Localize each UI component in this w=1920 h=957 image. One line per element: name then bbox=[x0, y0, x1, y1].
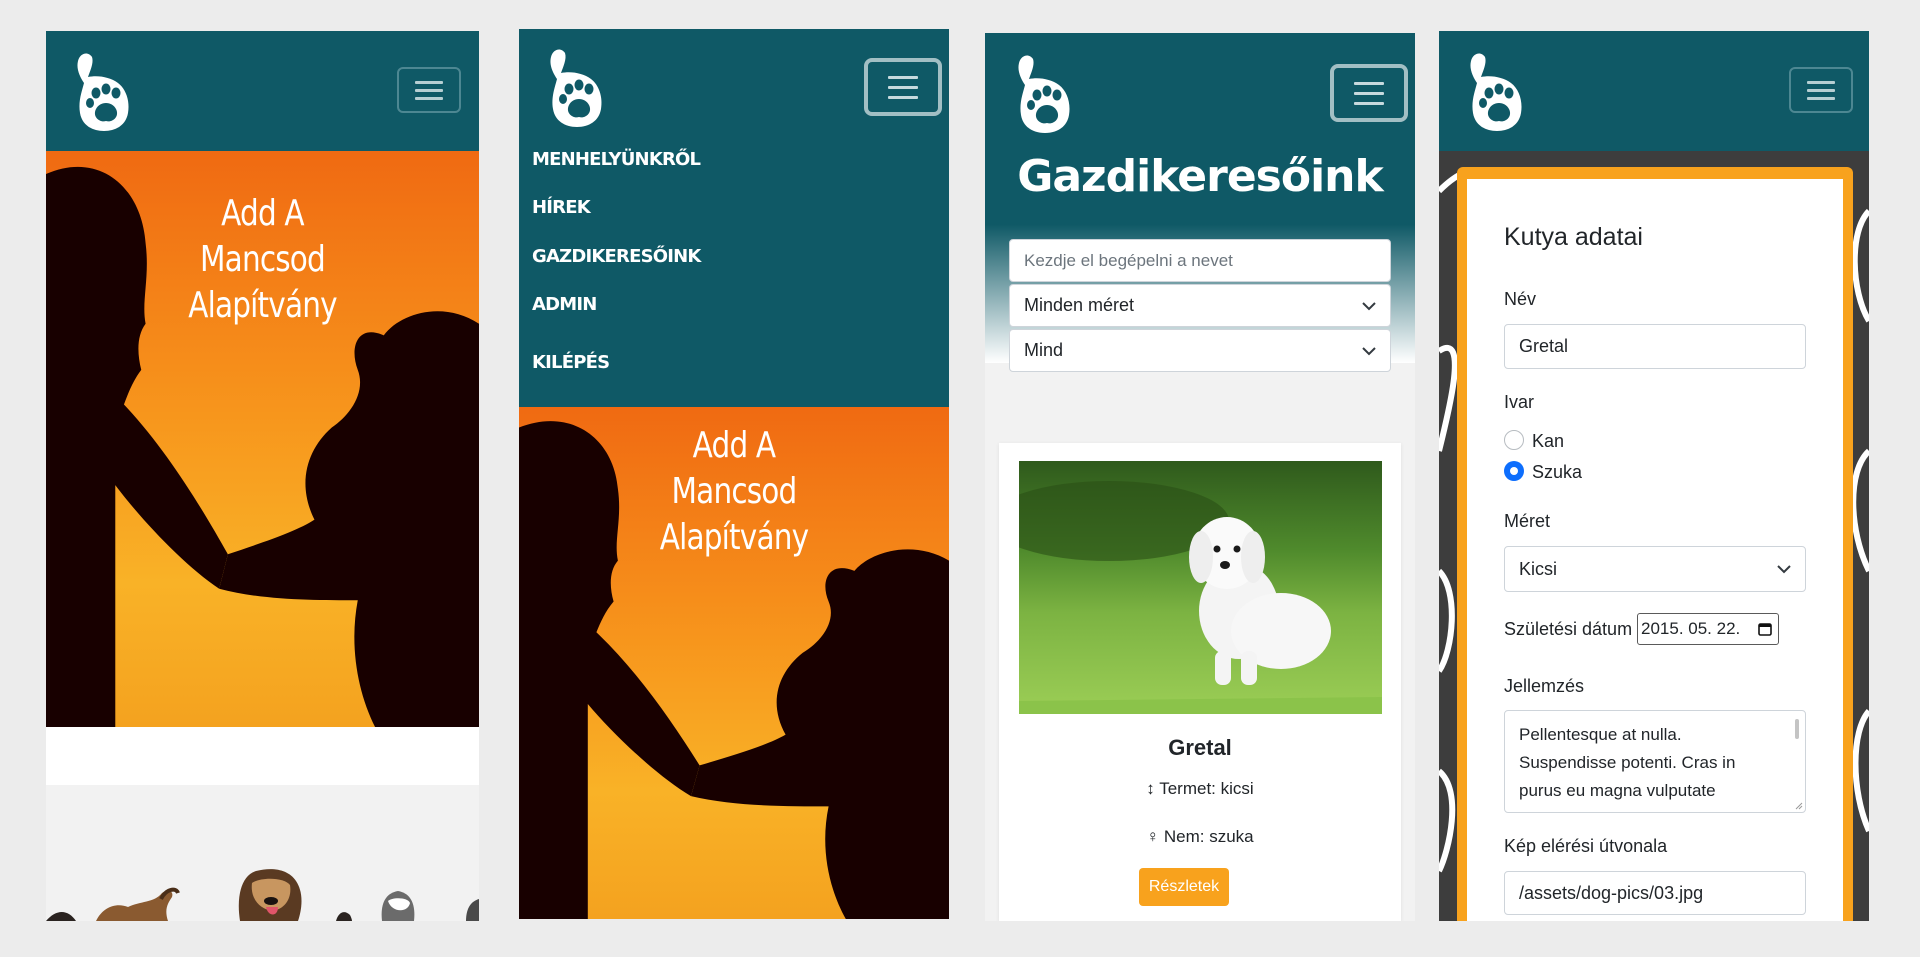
dogs-banner-image bbox=[46, 785, 479, 921]
nav-link-news[interactable]: HÍREK bbox=[532, 197, 591, 218]
hand-paw-icon[interactable] bbox=[68, 47, 136, 133]
dog-size: Termet: kicsi bbox=[1159, 779, 1254, 798]
dog-photo-illustration bbox=[1019, 481, 1382, 714]
description-label: Jellemzés bbox=[1504, 676, 1585, 696]
hero-title: Add A Mancsod Alapítvány bbox=[188, 193, 337, 326]
menu-toggle-button[interactable] bbox=[397, 67, 461, 113]
hand-paw-icon[interactable] bbox=[541, 43, 609, 129]
dog-photo bbox=[1019, 461, 1382, 714]
image-path-input[interactable]: /assets/dog-pics/03.jpg bbox=[1504, 871, 1806, 915]
nav-link-about[interactable]: MENHELYÜNKRŐL bbox=[532, 149, 701, 170]
female-icon: ♀ bbox=[1146, 827, 1160, 846]
hand-paw-icon[interactable] bbox=[1009, 49, 1077, 135]
name-label: Név bbox=[1504, 289, 1537, 309]
resize-handle-icon[interactable] bbox=[1795, 802, 1803, 810]
dog-card: Gretal ↕ Termet: kicsi ♀ Nem: szuka Rész… bbox=[999, 443, 1401, 921]
size-filter-select[interactable]: Minden méret bbox=[1009, 284, 1391, 327]
image-path-label: Kép elérési útvonala bbox=[1504, 836, 1668, 856]
menu-toggle-button[interactable] bbox=[1330, 64, 1408, 122]
dog-group-image bbox=[46, 869, 479, 921]
gender-option-female: Szuka bbox=[1532, 462, 1583, 482]
screen-dog-edit: Kutya adatai Név Gretal Ivar Kan Szuka M… bbox=[1439, 31, 1869, 921]
navbar bbox=[1439, 31, 1869, 151]
birth-date-label: Születési dátum bbox=[1504, 619, 1633, 639]
screen-menu-open: MENHELYÜNKRŐL HÍREK GAZDIKERESŐINK ADMIN… bbox=[519, 29, 949, 919]
menu-toggle-button[interactable] bbox=[864, 58, 942, 116]
arrows-vertical-icon: ↕ bbox=[1146, 779, 1155, 798]
hero-banner: Add A Mancsod Alapítvány bbox=[519, 407, 949, 919]
chevron-down-icon bbox=[1777, 565, 1791, 574]
navbar bbox=[46, 31, 479, 151]
chevron-down-icon bbox=[1362, 346, 1376, 355]
navbar: MENHELYÜNKRŐL HÍREK GAZDIKERESŐINK ADMIN… bbox=[519, 29, 949, 407]
dog-name: Gretal bbox=[1168, 735, 1232, 760]
dog-size-row: ↕ Termet: kicsi bbox=[999, 779, 1401, 799]
size-label: Méret bbox=[1504, 511, 1551, 531]
gender-radio-male[interactable] bbox=[1504, 430, 1524, 450]
textarea-scrollbar[interactable] bbox=[1795, 719, 1799, 739]
chevron-down-icon bbox=[1362, 301, 1376, 310]
gender-filter-select[interactable]: Mind bbox=[1009, 329, 1391, 372]
description-textarea[interactable]: Pellentesque at nulla. Suspendisse poten… bbox=[1504, 710, 1806, 813]
calendar-icon[interactable] bbox=[1758, 622, 1772, 636]
details-button[interactable]: Részletek bbox=[1139, 868, 1229, 906]
gender-option-male: Kan bbox=[1532, 431, 1565, 451]
nav-link-adoptables[interactable]: GAZDIKERESŐINK bbox=[532, 246, 701, 267]
name-input[interactable]: Gretal bbox=[1504, 324, 1806, 369]
hero-title: Add A Mancsod Alapítvány bbox=[659, 425, 809, 558]
form-heading: Kutya adatai bbox=[1504, 223, 1643, 251]
search-input[interactable]: Kezdje el begépelni a nevet bbox=[1009, 239, 1391, 282]
nav-link-logout[interactable]: KILÉPÉS bbox=[532, 352, 610, 373]
dog-gender: Nem: szuka bbox=[1163, 827, 1254, 846]
dog-gender-row: ♀ Nem: szuka bbox=[999, 827, 1401, 847]
size-select[interactable]: Kicsi bbox=[1504, 546, 1806, 592]
hero-banner: Add A Mancsod Alapítvány bbox=[46, 151, 479, 727]
nav-link-admin[interactable]: ADMIN bbox=[532, 294, 597, 315]
white-gap bbox=[46, 727, 479, 782]
hand-paw-icon[interactable] bbox=[1461, 47, 1529, 133]
gender-radio-female[interactable] bbox=[1504, 461, 1524, 481]
gender-label: Ivar bbox=[1504, 392, 1535, 412]
screen-home: Add A Mancsod Alapítvány bbox=[46, 31, 479, 921]
screen-adoptables: Gazdikeresőink Kezdje el begépelni a nev… bbox=[985, 33, 1415, 921]
menu-toggle-button[interactable] bbox=[1789, 67, 1853, 113]
page-title: Gazdikeresőink bbox=[1017, 151, 1384, 202]
birth-date-input[interactable]: 2015. 05. 22. bbox=[1637, 613, 1779, 645]
